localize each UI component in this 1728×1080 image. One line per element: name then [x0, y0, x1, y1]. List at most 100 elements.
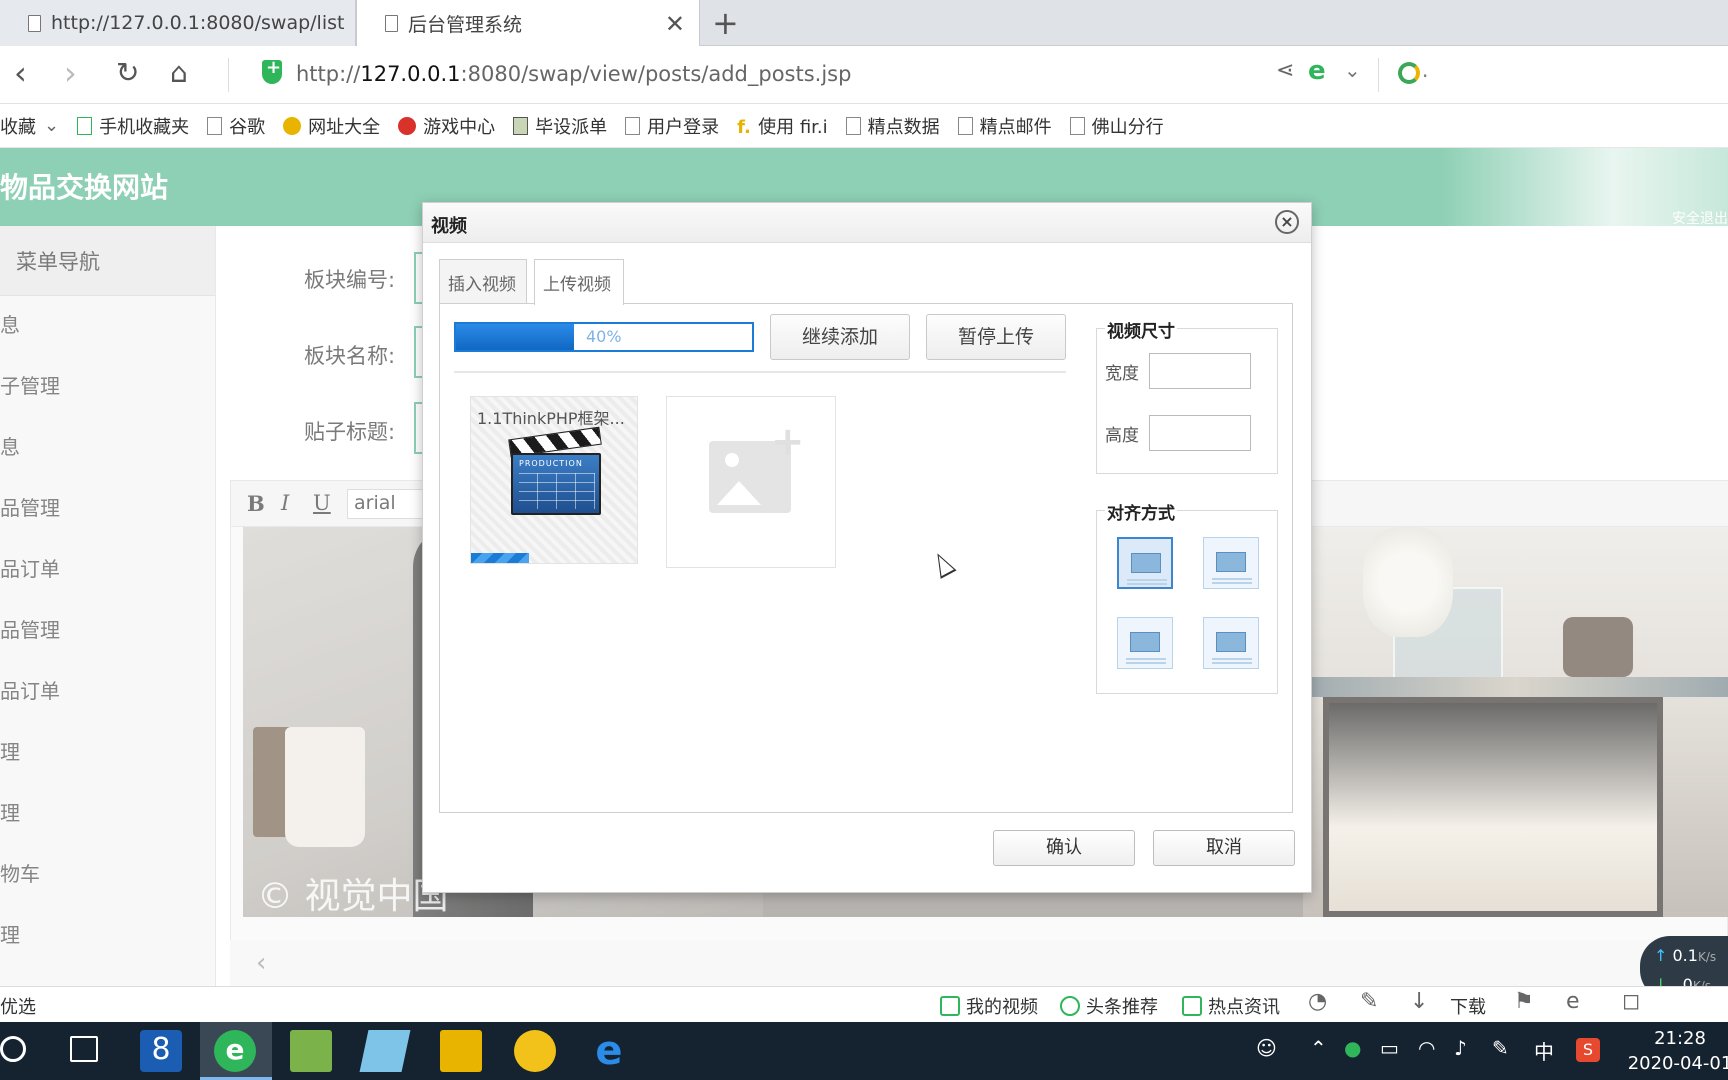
forward-icon[interactable]: ›: [64, 54, 77, 92]
folder-icon[interactable]: [440, 1030, 482, 1072]
bird-app-icon[interactable]: [514, 1030, 556, 1072]
task-view-icon[interactable]: [70, 1036, 98, 1062]
page-icon: [845, 116, 861, 135]
status-label: 热点资讯: [1208, 997, 1280, 1018]
close-tab-icon[interactable]: ✕: [665, 10, 685, 38]
windows-taskbar: 8 e e ☺ ⌃ ● ▭ ◠ ♪ ✎ 中 S 21:28 2020-04-01: [0, 1022, 1728, 1080]
system-clock[interactable]: 21:28 2020-04-01: [1620, 1026, 1728, 1076]
bookmark-mail[interactable]: 精点邮件: [957, 113, 1052, 139]
clapper-body: PRODUCTION: [511, 453, 601, 515]
play-icon: [1060, 996, 1080, 1016]
align-right-option[interactable]: [1117, 617, 1173, 669]
people-icon[interactable]: ☺: [1256, 1036, 1277, 1060]
reload-icon[interactable]: ↻: [116, 56, 139, 89]
uploaded-file-item[interactable]: 1.1ThinkPHP框架... PRODUCTION: [470, 396, 638, 564]
confirm-button[interactable]: 确认: [993, 830, 1135, 866]
ime-indicator[interactable]: 中: [1534, 1036, 1554, 1065]
headline-link[interactable]: 头条推荐: [1060, 993, 1158, 1019]
search-circle-icon[interactable]: [0, 1036, 26, 1062]
notepad-icon[interactable]: [290, 1030, 332, 1072]
page-icon: [385, 14, 398, 32]
bookmark-graduation[interactable]: 毕设派单: [513, 113, 607, 139]
file-name: 1.1ThinkPHP框架...: [477, 409, 625, 428]
speedup-icon[interactable]: ◔: [1308, 989, 1327, 1014]
bookmark-label: 收藏: [0, 116, 36, 138]
chevron-up-icon[interactable]: ⌃: [1310, 1036, 1327, 1060]
tab-admin-system[interactable]: 后台管理系统 ✕: [356, 0, 700, 46]
search-engine-icon[interactable]: [1398, 62, 1420, 84]
status-label: 下载: [1450, 997, 1486, 1018]
back-icon[interactable]: ‹: [14, 54, 27, 92]
add-file-slot[interactable]: +: [666, 396, 836, 568]
bookmark-directory[interactable]: 网址大全: [283, 113, 380, 139]
browser-engine-icon[interactable]: e: [1308, 56, 1326, 86]
upload-speed: 0.1: [1672, 946, 1698, 965]
width-input[interactable]: [1149, 353, 1251, 389]
pin-icon[interactable]: ✎: [1360, 989, 1378, 1014]
divider: [454, 371, 1066, 373]
address-bar[interactable]: http://127.0.0.1:8080/swap/view/posts/ad…: [296, 62, 851, 86]
more-icon[interactable]: .: [1422, 58, 1428, 82]
divider: [1378, 58, 1379, 92]
cancel-button[interactable]: 取消: [1153, 830, 1295, 866]
bookmark-label: 精点数据: [867, 116, 940, 138]
alignment-legend: 对齐方式: [1105, 499, 1177, 524]
editor-app-icon[interactable]: [359, 1030, 411, 1072]
tab-list-page[interactable]: http://127.0.0.1:8080/swap/list: [0, 0, 356, 46]
home-icon[interactable]: ⌂: [170, 56, 188, 89]
bookmark-mobile[interactable]: 手机收藏夹: [77, 113, 189, 139]
sogou-icon[interactable]: S: [1576, 1038, 1600, 1062]
chevron-down-icon[interactable]: ⌄: [1344, 58, 1361, 82]
pause-upload-button[interactable]: 暂停上传: [926, 314, 1066, 360]
internet-explorer-icon[interactable]: e: [588, 1030, 630, 1072]
align-left-icon: [1216, 552, 1246, 572]
bookmark-favorites[interactable]: 收藏 ⌄: [0, 113, 59, 139]
security-shield-icon[interactable]: [262, 57, 282, 84]
tab-insert-video[interactable]: 插入视频: [439, 259, 527, 303]
wifi-icon[interactable]: ◠: [1418, 1036, 1435, 1060]
browser-tray-icon[interactable]: ●: [1344, 1036, 1361, 1060]
battery-icon[interactable]: ▭: [1380, 1036, 1399, 1060]
download-icon[interactable]: ↓: [1410, 989, 1428, 1014]
height-input[interactable]: [1149, 415, 1251, 451]
download-link[interactable]: 下载: [1450, 993, 1486, 1019]
bookmark-google[interactable]: 谷歌: [207, 113, 265, 139]
browser-taskbar-icon[interactable]: e: [214, 1030, 256, 1072]
align-center-option[interactable]: [1203, 617, 1259, 669]
share-icon[interactable]: ⋖: [1276, 58, 1294, 83]
chevron-down-icon: ⌄: [44, 115, 60, 136]
flag-icon[interactable]: ⚑: [1514, 989, 1534, 1014]
bookmark-fir[interactable]: f. 使用 fir.i: [737, 113, 828, 139]
new-tab-icon[interactable]: +: [712, 4, 739, 42]
align-none-option[interactable]: [1117, 537, 1173, 589]
url-path: :8080/swap/view/posts/add_posts.jsp: [460, 62, 852, 86]
dialog-titlebar[interactable]: 视频 ×: [423, 203, 1311, 243]
align-left-option[interactable]: [1203, 537, 1259, 589]
ie-mode-icon[interactable]: e: [1566, 989, 1580, 1014]
bookmark-data[interactable]: 精点数据: [845, 113, 940, 139]
close-icon[interactable]: ×: [1275, 210, 1299, 234]
volume-icon[interactable]: ♪: [1454, 1036, 1467, 1060]
status-left-text[interactable]: 优选: [0, 993, 36, 1019]
window-icon[interactable]: ◻: [1622, 989, 1640, 1014]
my-videos-link[interactable]: 我的视频: [940, 993, 1038, 1019]
upload-progress-bar: 40%: [454, 322, 754, 352]
tab-upload-video[interactable]: 上传视频: [534, 259, 624, 305]
news-icon: [1182, 996, 1202, 1016]
pen-icon[interactable]: ✎: [1492, 1036, 1509, 1060]
progress-fill: [456, 324, 575, 350]
bookmark-login[interactable]: 用户登录: [625, 113, 719, 139]
continue-add-button[interactable]: 继续添加: [770, 314, 910, 360]
video-size-fieldset: 视频尺寸 宽度 高度: [1096, 317, 1278, 474]
height-label: 高度: [1105, 426, 1139, 446]
bookmark-label: 谷歌: [229, 116, 266, 138]
image-icon: [513, 116, 529, 135]
hot-news-link[interactable]: 热点资讯: [1182, 993, 1280, 1019]
clock-time: 21:28: [1654, 1028, 1706, 1049]
progress-text: 40%: [586, 327, 622, 346]
s-app-icon[interactable]: 8: [140, 1030, 182, 1072]
page-icon: [207, 116, 223, 135]
bookmark-bank[interactable]: 佛山分行: [1069, 113, 1164, 139]
upload-arrow-icon: ↑: [1654, 946, 1668, 965]
bookmark-games[interactable]: 游戏中心: [398, 113, 495, 139]
